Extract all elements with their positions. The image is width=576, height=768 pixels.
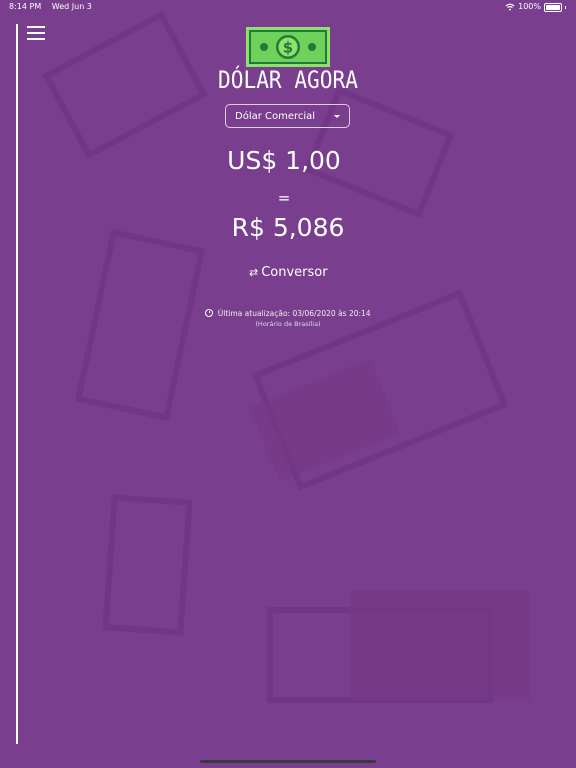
battery-percentage: 100% bbox=[518, 2, 541, 11]
usd-amount: US$ 1,00 bbox=[227, 146, 341, 175]
status-date: Wed Jun 3 bbox=[51, 2, 92, 11]
status-time: 8:14 PM bbox=[9, 2, 42, 11]
status-bar: 8:14 PM Wed Jun 3 100% bbox=[0, 0, 576, 14]
last-update-label: Última atualização: 03/06/2020 às 20:14 bbox=[217, 309, 371, 318]
currency-type-select[interactable]: Dólar Comercial bbox=[225, 104, 350, 128]
timezone-note: (Horário de Brasília) bbox=[255, 320, 321, 328]
brl-amount: R$ 5,086 bbox=[231, 213, 345, 242]
app-title: DÓLAR AGORA bbox=[218, 66, 358, 94]
dollar-bill-icon: $ bbox=[246, 27, 330, 67]
last-update-text: Última atualização: 03/06/2020 às 20:14 bbox=[0, 309, 576, 318]
swap-arrows-icon: ⇄ bbox=[249, 266, 259, 279]
clock-icon bbox=[205, 309, 214, 317]
hamburger-icon[interactable] bbox=[27, 26, 47, 42]
converter-label: Conversor bbox=[261, 265, 328, 280]
battery-icon bbox=[544, 2, 562, 12]
currency-type-value: Dólar Comercial bbox=[235, 111, 316, 122]
equals-sign: = bbox=[277, 189, 291, 207]
home-indicator[interactable] bbox=[200, 760, 376, 763]
side-divider bbox=[16, 24, 18, 744]
converter-link[interactable]: ⇄ Conversor bbox=[249, 264, 328, 282]
battery-tip bbox=[565, 5, 566, 9]
chevron-down-icon bbox=[334, 115, 340, 118]
svg-text:$: $ bbox=[283, 39, 293, 57]
wifi-icon bbox=[505, 3, 515, 11]
